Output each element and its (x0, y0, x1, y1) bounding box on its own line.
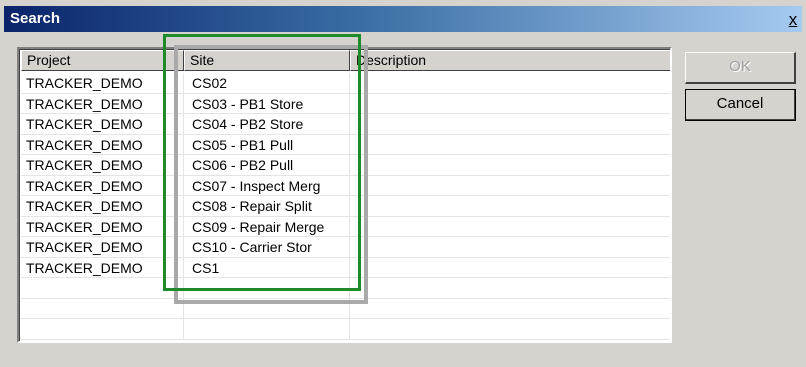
table-row[interactable] (21, 278, 670, 299)
cell-site: CS1 (184, 257, 350, 278)
cell-project: TRACKER_DEMO (21, 196, 184, 216)
cell-site (184, 298, 350, 319)
cell-site: CS06 - PB2 Pull (184, 155, 350, 175)
cell-project: TRACKER_DEMO (21, 216, 184, 237)
column-header-description[interactable]: Description (350, 50, 670, 71)
search-dialog: Search x Project Site Description TRACKE… (0, 0, 806, 367)
cell-project: TRACKER_DEMO (21, 257, 184, 278)
ok-button[interactable]: OK (685, 52, 796, 84)
cell-project (21, 319, 184, 339)
cancel-button[interactable]: Cancel (685, 89, 796, 121)
cell-description (350, 278, 670, 298)
table-row[interactable]: TRACKER_DEMO CS1 (21, 257, 670, 278)
title-bar[interactable]: Search (4, 6, 802, 32)
cell-project (21, 278, 184, 298)
list-rows: TRACKER_DEMO CS02 TRACKER_DEMO CS03 - PB1 S… (21, 73, 670, 340)
cell-project: TRACKER_DEMO (21, 73, 184, 93)
cell-site: CS03 - PB1 Store (184, 93, 350, 114)
table-row[interactable]: TRACKER_DEMO CS07 - Inspect Merg (21, 175, 670, 196)
cell-site (184, 278, 350, 298)
cell-site: CS02 (184, 73, 350, 93)
results-list[interactable]: Project Site Description TRACKER_DEMO CS0… (17, 47, 672, 343)
cell-site: CS04 - PB2 Store (184, 114, 350, 134)
cell-project: TRACKER_DEMO (21, 175, 184, 196)
cell-project (21, 298, 184, 319)
window-title: Search (10, 10, 61, 27)
table-row[interactable]: TRACKER_DEMO CS04 - PB2 Store (21, 114, 670, 135)
cell-description (350, 94, 670, 114)
table-row[interactable]: TRACKER_DEMO CS02 (21, 73, 670, 94)
cell-project: TRACKER_DEMO (21, 93, 184, 114)
cell-description (350, 319, 670, 339)
table-row[interactable]: TRACKER_DEMO CS03 - PB1 Store (21, 93, 670, 114)
table-row[interactable]: TRACKER_DEMO CS05 - PB1 Pull (21, 134, 670, 155)
cell-project: TRACKER_DEMO (21, 134, 184, 155)
table-row[interactable]: TRACKER_DEMO CS10 - Carrier Stor (21, 237, 670, 258)
cell-site: CS07 - Inspect Merg (184, 175, 350, 196)
column-header-project[interactable]: Project (21, 50, 184, 71)
cell-description (350, 155, 670, 175)
table-row[interactable]: TRACKER_DEMO CS08 - Repair Split (21, 196, 670, 217)
list-header: Project Site Description (21, 50, 670, 72)
cell-description (350, 217, 670, 237)
cell-description (350, 299, 670, 319)
table-row[interactable]: TRACKER_DEMO CS09 - Repair Merge (21, 216, 670, 237)
cell-site: CS10 - Carrier Stor (184, 237, 350, 257)
cell-site (184, 319, 350, 339)
cell-description (350, 237, 670, 257)
cell-project: TRACKER_DEMO (21, 114, 184, 134)
column-header-site[interactable]: Site (184, 50, 350, 71)
cell-site: CS09 - Repair Merge (184, 216, 350, 237)
cell-description (350, 196, 670, 216)
cell-description (350, 135, 670, 155)
cell-description (350, 114, 670, 134)
close-button[interactable]: x (784, 10, 802, 30)
cell-site: CS08 - Repair Split (184, 196, 350, 216)
cell-project: TRACKER_DEMO (21, 237, 184, 257)
cell-site: CS05 - PB1 Pull (184, 134, 350, 155)
cell-description (350, 176, 670, 196)
table-row[interactable] (21, 298, 670, 319)
cell-project: TRACKER_DEMO (21, 155, 184, 175)
cell-description (350, 258, 670, 278)
table-row[interactable] (21, 319, 670, 340)
cell-description (350, 73, 670, 93)
table-row[interactable]: TRACKER_DEMO CS06 - PB2 Pull (21, 155, 670, 176)
